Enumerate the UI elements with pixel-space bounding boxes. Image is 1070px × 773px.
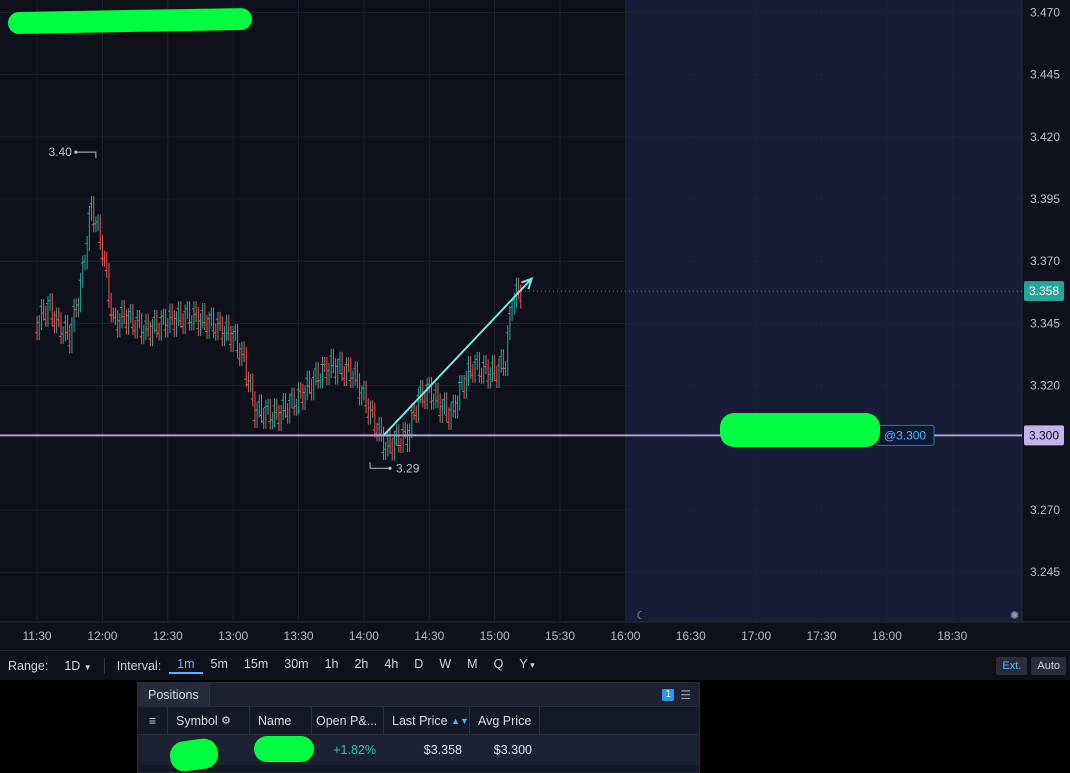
interval-5m[interactable]: 5m xyxy=(203,657,236,674)
x-tick-label: 18:00 xyxy=(872,629,902,643)
y-tick-label: 3.470 xyxy=(1030,5,1060,19)
columns-menu-icon[interactable]: ≡ xyxy=(138,707,168,734)
x-tick-label: 16:00 xyxy=(610,629,640,643)
interval-1h[interactable]: 1h xyxy=(317,657,347,674)
range-label: Range: xyxy=(8,658,49,673)
col-last-price-label: Last Price xyxy=(392,713,448,728)
cell-last-price: $3.358 xyxy=(423,743,462,757)
y-tick-label: 3.245 xyxy=(1030,565,1060,579)
y-tick-label: 3.420 xyxy=(1030,130,1060,144)
positions-column-headers: ≡ Symbol ⚙ Name Open P&... Last Price ▲▼… xyxy=(138,707,699,735)
col-open-pnl[interactable]: Open P&... xyxy=(312,707,384,734)
price-chart[interactable]: 3.470 3.445 3.420 3.395 3.370 3.345 3.320 3.270… xyxy=(0,0,1070,650)
interval-d[interactable]: D xyxy=(406,657,431,674)
x-tick-label: 11:30 xyxy=(22,629,51,643)
table-row[interactable]: +1.82% $3.358 $3.300 xyxy=(138,735,699,765)
x-tick-label: 17:30 xyxy=(807,629,837,643)
low-annotation-leader xyxy=(369,462,391,469)
col-name-label: Name xyxy=(258,713,292,728)
x-tick-label: 14:00 xyxy=(349,629,379,643)
col-symbol[interactable]: Symbol ⚙ xyxy=(168,707,250,734)
y-tick-label: 3.345 xyxy=(1030,316,1060,330)
interval-q[interactable]: Q xyxy=(486,657,512,674)
interval-4h[interactable]: 4h xyxy=(376,657,406,674)
extended-hours-region xyxy=(625,0,1022,622)
redaction-mark xyxy=(254,736,314,762)
col-avg-price[interactable]: Avg Price xyxy=(470,707,540,734)
interval-w[interactable]: W xyxy=(431,657,459,674)
x-tick-label: 12:00 xyxy=(87,629,117,643)
interval-15m[interactable]: 15m xyxy=(236,657,276,674)
low-annotation-label: 3.29 xyxy=(396,461,420,475)
x-tick-label: 14:30 xyxy=(414,629,444,643)
x-tick-label: 16:30 xyxy=(676,629,706,643)
list-icon[interactable]: ☰ xyxy=(680,688,691,702)
moon-icon: ☾ xyxy=(636,610,646,622)
settings-icon[interactable]: ⚙ xyxy=(221,714,231,727)
cell-open-pnl: +1.82% xyxy=(333,743,376,757)
col-name[interactable]: Name xyxy=(250,707,312,734)
tab-positions[interactable]: Positions xyxy=(138,682,210,707)
caret-down-icon: ▼ xyxy=(83,662,92,672)
y-tick-label: 3.270 xyxy=(1030,503,1060,517)
last-price-badge-label: 3.358 xyxy=(1029,284,1059,298)
cell-avg-price: $3.300 xyxy=(493,743,532,757)
x-tick-label: 13:00 xyxy=(218,629,248,643)
y-tick-label: 3.445 xyxy=(1030,68,1060,82)
col-symbol-label: Symbol xyxy=(176,713,218,728)
interval-1m[interactable]: 1m xyxy=(169,657,203,674)
x-tick-label: 13:30 xyxy=(284,629,314,643)
y-tick-label: 3.370 xyxy=(1030,254,1060,268)
positions-panel: Positions 1 ☰ ≡ Symbol ⚙ Name Open P&...… xyxy=(137,682,700,773)
high-annotation-dot xyxy=(74,150,78,154)
interval-30m[interactable]: 30m xyxy=(276,657,316,674)
ext-hours-button[interactable]: Ext. xyxy=(996,656,1028,675)
redaction-mark xyxy=(7,7,253,35)
interval-y[interactable]: Y ▾ xyxy=(511,657,542,674)
position-count-badge: 1 xyxy=(662,688,675,701)
sort-icon: ▲▼ xyxy=(451,715,469,726)
x-tick-label: 12:30 xyxy=(153,629,183,643)
x-tick-label: 15:00 xyxy=(480,629,510,643)
low-annotation-dot xyxy=(388,466,392,470)
chart-toolbar: Range: 1D ▼ Interval: 1m 5m 15m 30m 1h 2h 4h D W… xyxy=(0,650,1070,680)
x-tick-label: 15:30 xyxy=(545,629,575,643)
x-tick-label: 18:30 xyxy=(937,629,967,643)
col-last-price[interactable]: Last Price ▲▼ xyxy=(384,707,470,734)
avg-price-badge-label: 3.300 xyxy=(1029,428,1059,442)
y-tick-label: 3.320 xyxy=(1030,379,1060,393)
divider xyxy=(103,657,105,674)
redaction-mark xyxy=(720,413,880,447)
avg-price-tag-label: @3.300 xyxy=(884,428,927,442)
auto-scale-button[interactable]: Auto xyxy=(1031,656,1066,675)
chart-canvas[interactable]: 3.470 3.445 3.420 3.395 3.370 3.345 3.320 3.270… xyxy=(0,0,1070,650)
sun-icon: ✺ xyxy=(1010,610,1019,622)
row-spacer xyxy=(138,735,168,765)
interval-label: Interval: xyxy=(116,658,162,673)
range-value: 1D xyxy=(64,658,81,673)
interval-m[interactable]: M xyxy=(459,657,485,674)
col-avg-price-label: Avg Price xyxy=(478,713,532,728)
x-tick-label: 17:00 xyxy=(741,629,771,643)
interval-list: 1m 5m 15m 30m 1h 2h 4h D W M Q Y ▾ xyxy=(169,657,543,674)
positions-header: Positions 1 ☰ xyxy=(138,682,699,707)
high-annotation-label: 3.40 xyxy=(49,145,73,159)
y-tick-label: 3.395 xyxy=(1030,192,1060,206)
range-select[interactable]: 1D ▼ xyxy=(56,659,99,673)
col-open-pnl-label: Open P&... xyxy=(316,713,378,728)
high-annotation-leader xyxy=(75,151,97,159)
interval-2h[interactable]: 2h xyxy=(346,657,376,674)
